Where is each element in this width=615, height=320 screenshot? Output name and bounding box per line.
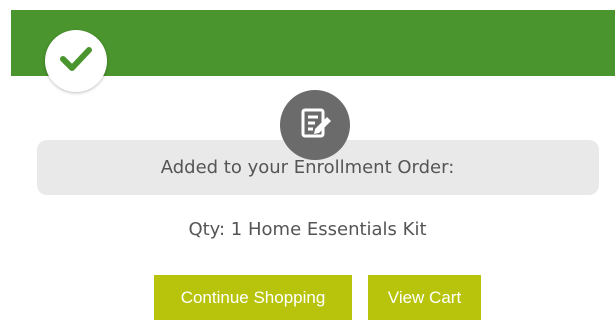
- continue-shopping-button[interactable]: Continue Shopping: [154, 275, 352, 320]
- success-badge: [45, 30, 107, 92]
- edit-document-icon: [297, 105, 333, 145]
- add-to-cart-confirmation: Added to your Enrollment Order: Qty: 1 H…: [0, 0, 615, 320]
- confirmation-message: Added to your Enrollment Order:: [160, 157, 455, 178]
- checkmark-icon: [59, 45, 93, 77]
- added-item-line: Qty: 1 Home Essentials Kit: [188, 219, 427, 240]
- view-cart-button[interactable]: View Cart: [368, 275, 481, 320]
- order-badge: [280, 90, 350, 160]
